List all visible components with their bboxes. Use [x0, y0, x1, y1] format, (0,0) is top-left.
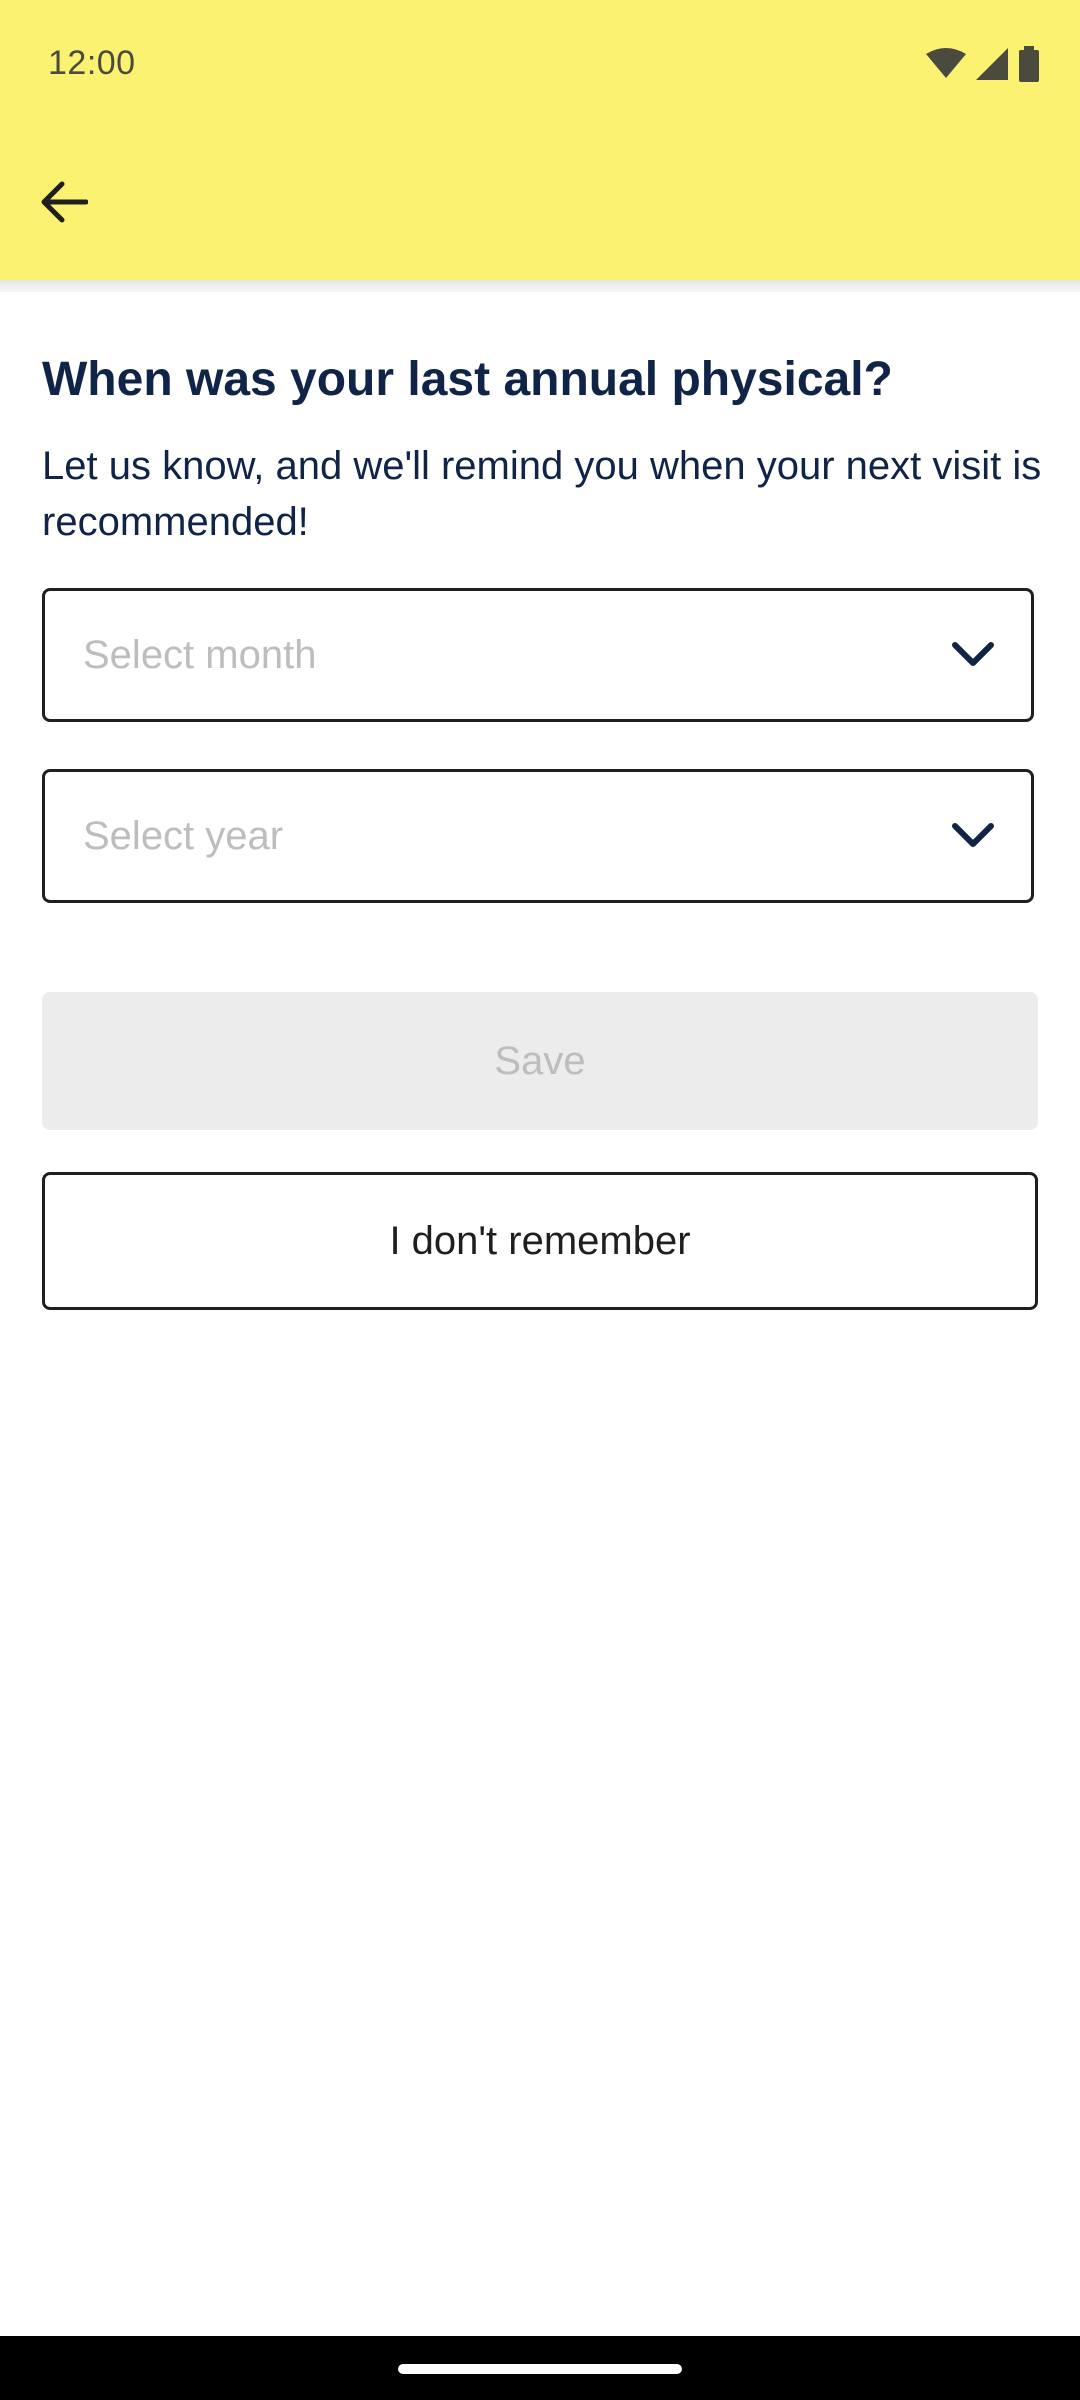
cellular-signal-icon	[976, 48, 1008, 80]
save-button[interactable]: Save	[42, 992, 1038, 1130]
chevron-down-icon	[951, 818, 995, 854]
chevron-down-icon	[951, 637, 995, 673]
month-select-placeholder: Select month	[83, 633, 317, 677]
status-icons	[926, 44, 1040, 84]
year-select[interactable]: Select year	[42, 769, 1034, 903]
wifi-icon	[926, 48, 966, 80]
month-select[interactable]: Select month	[42, 588, 1034, 722]
status-bar: 12:00	[0, 0, 1080, 132]
page-title: When was your last annual physical?	[42, 353, 893, 406]
status-time: 12:00	[48, 44, 136, 82]
home-indicator[interactable]	[398, 2364, 682, 2374]
year-select-placeholder: Select year	[83, 814, 284, 858]
arrow-left-icon	[40, 180, 89, 229]
system-nav-bar	[0, 2336, 1080, 2400]
battery-icon	[1018, 46, 1040, 82]
app-bar-divider	[0, 280, 1080, 292]
page-subtitle: Let us know, and we'll remind you when y…	[42, 444, 1042, 544]
back-button[interactable]	[28, 168, 100, 240]
app-bar	[0, 132, 1080, 280]
dont-remember-button[interactable]: I don't remember	[42, 1172, 1038, 1310]
